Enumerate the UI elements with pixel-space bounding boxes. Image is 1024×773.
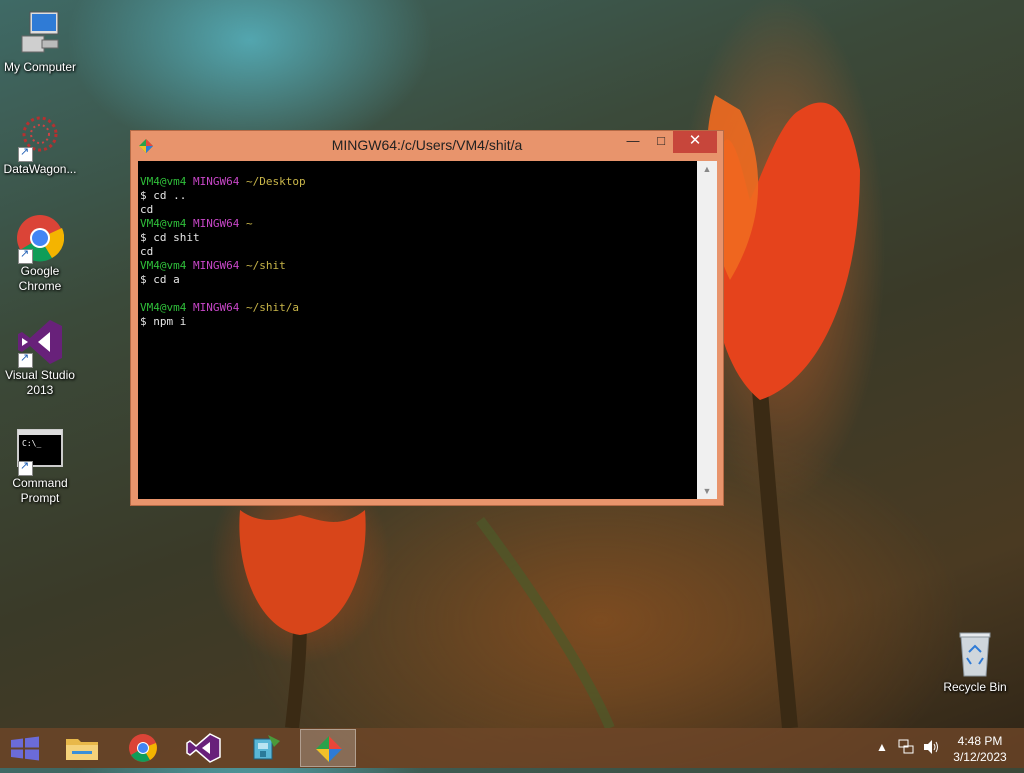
desktop-icon-label: Google Chrome — [18, 264, 62, 293]
desktop-icon-visual-studio[interactable]: Visual Studio 2013 — [0, 318, 80, 398]
taskbar-file-explorer[interactable] — [54, 729, 110, 767]
taskbar: ▲ — [0, 728, 1024, 768]
file-explorer-icon — [66, 739, 98, 760]
desktop-icon-label: My Computer — [3, 60, 77, 74]
desktop-icon-command-prompt[interactable]: C:\_ Command Prompt — [0, 426, 80, 506]
show-hidden-icons-icon[interactable]: ▲ — [876, 740, 888, 754]
visual-studio-icon — [16, 318, 64, 368]
prompt-line: VM4@vm4 MINGW64 ~/Desktop — [140, 175, 306, 188]
terminal-output[interactable]: VM4@vm4 MINGW64 ~/Desktop $ cd .. cd VM4… — [138, 161, 697, 499]
vertical-scrollbar[interactable]: ▲ ▼ — [697, 161, 717, 499]
chrome-icon — [129, 734, 157, 762]
shortcut-arrow-icon — [18, 459, 33, 476]
chrome-icon — [16, 214, 65, 264]
prompt-line: VM4@vm4 MINGW64 ~ — [140, 217, 253, 230]
shortcut-arrow-icon — [18, 247, 33, 264]
desktop-icon-label: Recycle Bin — [943, 680, 1007, 694]
command-line: $ cd shit — [140, 231, 200, 244]
taskbar-git-bash[interactable] — [300, 729, 356, 767]
desktop-icon-label: Command Prompt — [12, 476, 68, 505]
visual-studio-icon — [186, 733, 221, 763]
svg-text:C:\_: C:\_ — [22, 439, 41, 448]
start-icon — [11, 736, 39, 761]
minimize-button[interactable]: — — [619, 131, 647, 153]
scroll-down-icon[interactable]: ▼ — [697, 483, 717, 499]
terminal-spacer — [138, 161, 697, 175]
network-icon[interactable] — [898, 739, 914, 758]
terminal-window[interactable]: MINGW64:/c/Users/VM4/shit/a — □ ✕ VM4@vm… — [130, 130, 724, 506]
shortcut-arrow-icon — [18, 351, 33, 368]
computer-icon — [16, 10, 64, 58]
start-button[interactable] — [0, 729, 50, 767]
title-bar[interactable]: MINGW64:/c/Users/VM4/shit/a — □ ✕ — [131, 131, 723, 161]
datawagon-icon — [16, 112, 64, 162]
desktop-icon-label: DataWagon... — [3, 162, 77, 176]
setup-icon — [253, 735, 280, 760]
taskbar-visual-studio[interactable] — [176, 729, 232, 767]
desktop-icon-datawagon[interactable]: DataWagon... — [0, 112, 80, 177]
maximize-button[interactable]: □ — [647, 131, 675, 153]
desktop-icon-google-chrome[interactable]: Google Chrome — [0, 214, 80, 294]
taskbar-setup[interactable] — [238, 729, 294, 767]
output-line: cd — [140, 245, 154, 258]
command-line: $ npm i — [140, 315, 187, 328]
desktop-icon-label: Visual Studio 2013 — [5, 368, 75, 397]
recycle-bin-icon — [951, 630, 999, 678]
clock-date: 3/12/2023 — [953, 750, 1007, 764]
clock-time: 4:48 PM — [957, 734, 1003, 748]
prompt-line: VM4@vm4 MINGW64 ~/shit/a — [140, 301, 299, 314]
desktop-icon-my-computer[interactable]: My Computer — [0, 10, 80, 75]
shortcut-arrow-icon — [18, 145, 33, 162]
output-line: cd — [140, 203, 154, 216]
close-button[interactable]: ✕ — [673, 131, 717, 153]
command-line: $ cd .. — [140, 189, 187, 202]
git-bash-icon — [316, 736, 342, 762]
desktop-icon-recycle-bin[interactable]: Recycle Bin — [935, 630, 1015, 695]
prompt-line: VM4@vm4 MINGW64 ~/shit — [140, 259, 286, 272]
system-clock[interactable]: 4:48 PM 3/12/2023 — [948, 733, 1012, 765]
volume-icon[interactable] — [922, 739, 940, 758]
taskbar-chrome[interactable] — [115, 729, 171, 767]
command-prompt-icon: C:\_ — [16, 426, 64, 476]
command-line: $ cd a — [140, 273, 180, 286]
scroll-up-icon[interactable]: ▲ — [697, 161, 717, 177]
